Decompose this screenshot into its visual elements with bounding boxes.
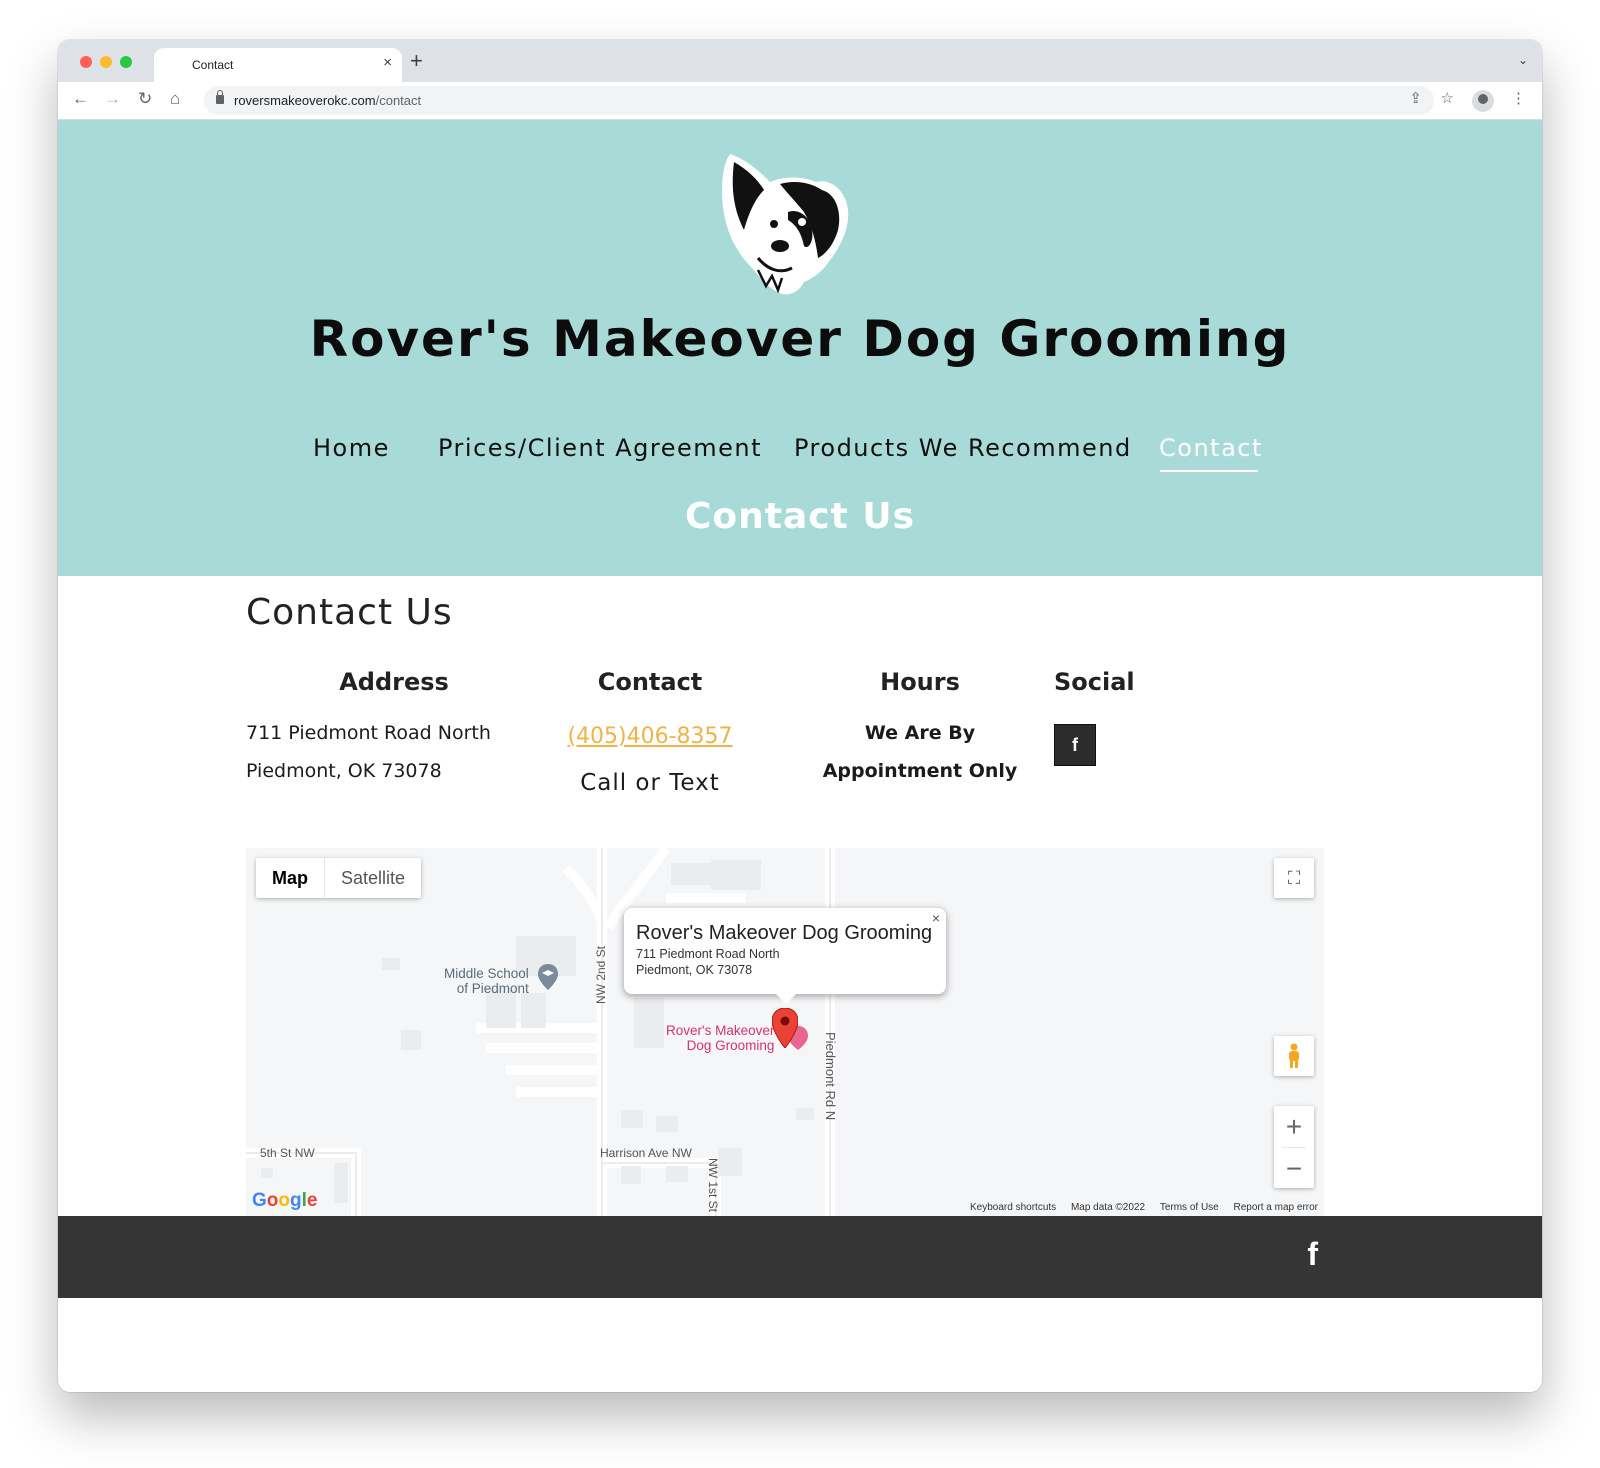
hero-heading: Contact Us — [684, 496, 916, 537]
tab-search-chevron-icon[interactable]: ⌄ — [1518, 53, 1528, 67]
street-label-5th: 5th St NW — [260, 1146, 315, 1160]
street-label-nw2: NW 2nd St — [594, 945, 608, 1004]
map-info-window: Rover's Makeover Dog Grooming 711 Piedmo… — [624, 908, 946, 1004]
info-window-address-1: 711 Piedmont Road North — [636, 947, 780, 961]
site-footer: f — [58, 1216, 1542, 1298]
new-tab-button[interactable]: + — [410, 50, 423, 72]
web-page: Rover's Makeover Dog Grooming Home Price… — [58, 120, 1542, 1392]
zoom-out-button[interactable]: − — [1274, 1148, 1314, 1189]
share-icon[interactable]: ⇪ — [1409, 91, 1422, 106]
call-or-text: Call or Text — [580, 770, 720, 796]
map-data-text: Map data ©2022 — [1070, 1202, 1146, 1213]
address-text: 711 Piedmont Road North Piedmont, OK 730… — [246, 714, 491, 790]
tab-close-icon[interactable]: × — [383, 55, 392, 70]
info-window-title: Rover's Makeover Dog Grooming — [636, 922, 933, 944]
browser-toolbar: ← → ↻ ⌂ roversmakeoverokc.com/contact ⇪ … — [58, 82, 1542, 120]
info-window-address-2: Piedmont, OK 73078 — [636, 963, 753, 977]
business-poi-label[interactable]: Rover's Makeover Dog Grooming — [666, 1023, 774, 1053]
active-tab[interactable]: Contact × — [154, 48, 402, 82]
report-map-error-link[interactable]: Report a map error — [1234, 1202, 1318, 1213]
nav-active-underline — [1160, 470, 1258, 472]
browser-menu-icon[interactable]: ⋮ — [1511, 91, 1526, 106]
social-heading: Social — [1054, 668, 1135, 696]
map-attribution: Keyboard shortcuts Map data ©2022 Terms … — [958, 1202, 1318, 1213]
zoom-in-button[interactable]: + — [1274, 1106, 1314, 1147]
contact-section-title: Contact Us — [246, 592, 453, 633]
nav-products[interactable]: Products We Recommend — [794, 434, 1132, 462]
browser-window: Contact × + ⌄ ← → ↻ ⌂ roversmakeoverokc.… — [58, 40, 1542, 1392]
map-type-control: Map Satellite — [256, 858, 422, 898]
hours-text: We Are By Appointment Only — [810, 714, 1030, 790]
lock-icon — [216, 90, 224, 104]
address-line-1: 711 Piedmont Road North — [246, 722, 491, 744]
location-marker-icon[interactable] — [772, 1008, 798, 1048]
dog-logo-icon — [722, 154, 849, 295]
google-map[interactable]: Middle School of Piedmont NW 2nd St Pied… — [246, 848, 1324, 1216]
keyboard-shortcuts-link[interactable]: Keyboard shortcuts — [970, 1202, 1056, 1213]
hours-line-1: We Are By — [864, 722, 976, 744]
school-pin-icon[interactable] — [538, 964, 558, 990]
site-title: Rover's Makeover Dog Grooming — [309, 310, 1291, 368]
contact-text: (405)406-8357 Call or Text — [550, 718, 750, 802]
phone-link[interactable]: (405)406-8357 — [550, 718, 750, 756]
terms-of-use-link[interactable]: Terms of Use — [1160, 1202, 1219, 1213]
nav-home[interactable]: Home — [313, 434, 390, 462]
minimize-window-button[interactable] — [100, 56, 112, 68]
close-window-button[interactable] — [80, 56, 92, 68]
street-label-harrison: Harrison Ave NW — [600, 1146, 692, 1160]
main-nav: Home Prices/Client Agreement Products We… — [58, 434, 1542, 474]
nav-contact[interactable]: Contact — [1159, 434, 1263, 462]
contact-heading: Contact — [597, 668, 703, 696]
hours-line-2: Appointment Only — [822, 760, 1018, 782]
forward-arrow-icon[interactable]: → — [104, 90, 121, 107]
street-label-nw1: NW 1st St — [706, 1158, 720, 1213]
zoom-control: + − — [1274, 1106, 1314, 1188]
back-arrow-icon[interactable]: ← — [72, 90, 89, 107]
url-text[interactable]: roversmakeoverokc.com/contact — [234, 93, 421, 108]
nav-prices[interactable]: Prices/Client Agreement — [438, 434, 762, 462]
info-window-close-icon[interactable]: × — [932, 910, 940, 926]
fullscreen-icon[interactable]: ⛶ — [1274, 858, 1314, 898]
footer-facebook-icon[interactable]: f — [1307, 1236, 1318, 1273]
tab-title: Contact — [192, 58, 234, 72]
address-heading: Address — [339, 668, 449, 696]
map-type-satellite-button[interactable]: Satellite — [325, 858, 421, 898]
tab-strip: Contact × + ⌄ — [58, 40, 1542, 82]
facebook-icon[interactable]: f — [1054, 724, 1096, 766]
address-line-2: Piedmont, OK 73078 — [246, 760, 442, 782]
google-logo: Google — [252, 1190, 318, 1211]
profile-avatar-icon[interactable] — [1472, 90, 1494, 112]
hours-heading: Hours — [880, 668, 960, 696]
street-view-pegman-icon[interactable] — [1274, 1036, 1314, 1076]
maximize-window-button[interactable] — [120, 56, 132, 68]
reload-icon[interactable]: ↻ — [138, 90, 152, 107]
address-bar[interactable]: roversmakeoverokc.com/contact — [204, 86, 1434, 115]
home-icon[interactable]: ⌂ — [170, 90, 180, 107]
bookmark-star-icon[interactable]: ☆ — [1441, 91, 1454, 106]
school-poi-label[interactable]: Middle School of Piedmont — [444, 966, 529, 996]
header-banner: Rover's Makeover Dog Grooming Home Price… — [58, 120, 1542, 576]
street-label-piedmont: Piedmont Rd N — [823, 1032, 838, 1121]
map-type-map-button[interactable]: Map — [256, 858, 325, 898]
